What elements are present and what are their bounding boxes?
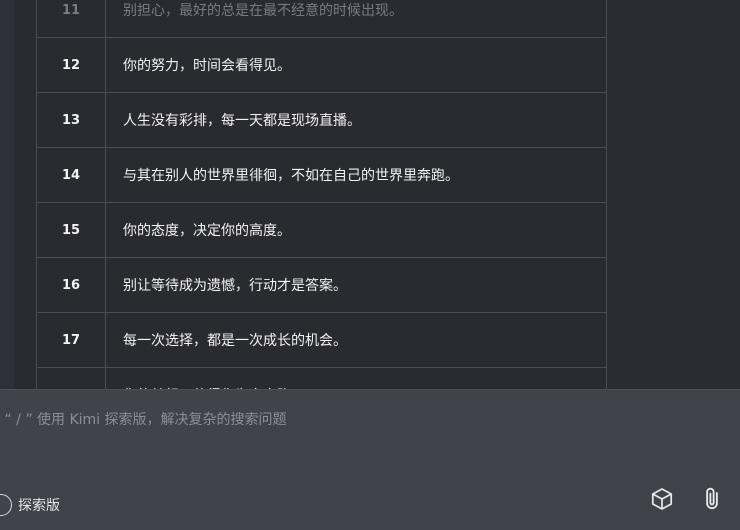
row-number: 16 <box>36 257 106 313</box>
toggle-circle-icon[interactable] <box>0 494 12 516</box>
row-quote: 你的努力，时间会看得见。 <box>105 37 607 93</box>
row-quote: 与其在别人的世界里徘徊，不如在自己的世界里奔跑。 <box>105 147 607 203</box>
cube-icon <box>649 486 675 512</box>
row-number: 11 <box>36 0 106 38</box>
explore-mode-label: 探索版 <box>18 498 60 514</box>
quotes-table-container: 11 别担心，最好的总是在最不经意的时候出现。 12 你的努力，时间会看得见。 … <box>36 0 607 423</box>
table-row: 15 你的态度，决定你的高度。 <box>36 202 607 258</box>
row-number: 12 <box>36 37 106 93</box>
table-row: 16 别让等待成为遗憾，行动才是答案。 <box>36 257 607 313</box>
table-row: 11 别担心，最好的总是在最不经意的时候出现。 <box>36 0 607 38</box>
cube-button[interactable] <box>648 485 676 513</box>
row-number: 17 <box>36 312 106 368</box>
table-row: 12 你的努力，时间会看得见。 <box>36 37 607 93</box>
paperclip-icon <box>699 486 725 512</box>
explore-mode-toggle[interactable]: 探索版 <box>0 494 60 516</box>
attach-button[interactable] <box>698 485 726 513</box>
chat-view: 11 别担心，最好的总是在最不经意的时候出现。 12 你的努力，时间会看得见。 … <box>0 0 740 530</box>
table-row: 17 每一次选择，都是一次成长的机会。 <box>36 312 607 368</box>
row-number: 13 <box>36 92 106 148</box>
row-quote: 人生没有彩排，每一天都是现场直播。 <box>105 92 607 148</box>
table-row: 13 人生没有彩排，每一天都是现场直播。 <box>36 92 607 148</box>
row-quote: 别担心，最好的总是在最不经意的时候出现。 <box>105 0 607 38</box>
row-quote: 每一次选择，都是一次成长的机会。 <box>105 312 607 368</box>
row-quote: 你的态度，决定你的高度。 <box>105 202 607 258</box>
chat-input-area[interactable]: 入 “ / ” 使用 Kimi 探索版，解决复杂的搜索问题 探索版 <box>0 389 740 530</box>
row-number: 14 <box>36 147 106 203</box>
quotes-table: 11 别担心，最好的总是在最不经意的时候出现。 12 你的努力，时间会看得见。 … <box>36 0 607 423</box>
table-row: 14 与其在别人的世界里徘徊，不如在自己的世界里奔跑。 <box>36 147 607 203</box>
chat-input-placeholder[interactable]: 入 “ / ” 使用 Kimi 探索版，解决复杂的搜索问题 <box>0 409 287 429</box>
row-quote: 别让等待成为遗憾，行动才是答案。 <box>105 257 607 313</box>
row-number: 15 <box>36 202 106 258</box>
